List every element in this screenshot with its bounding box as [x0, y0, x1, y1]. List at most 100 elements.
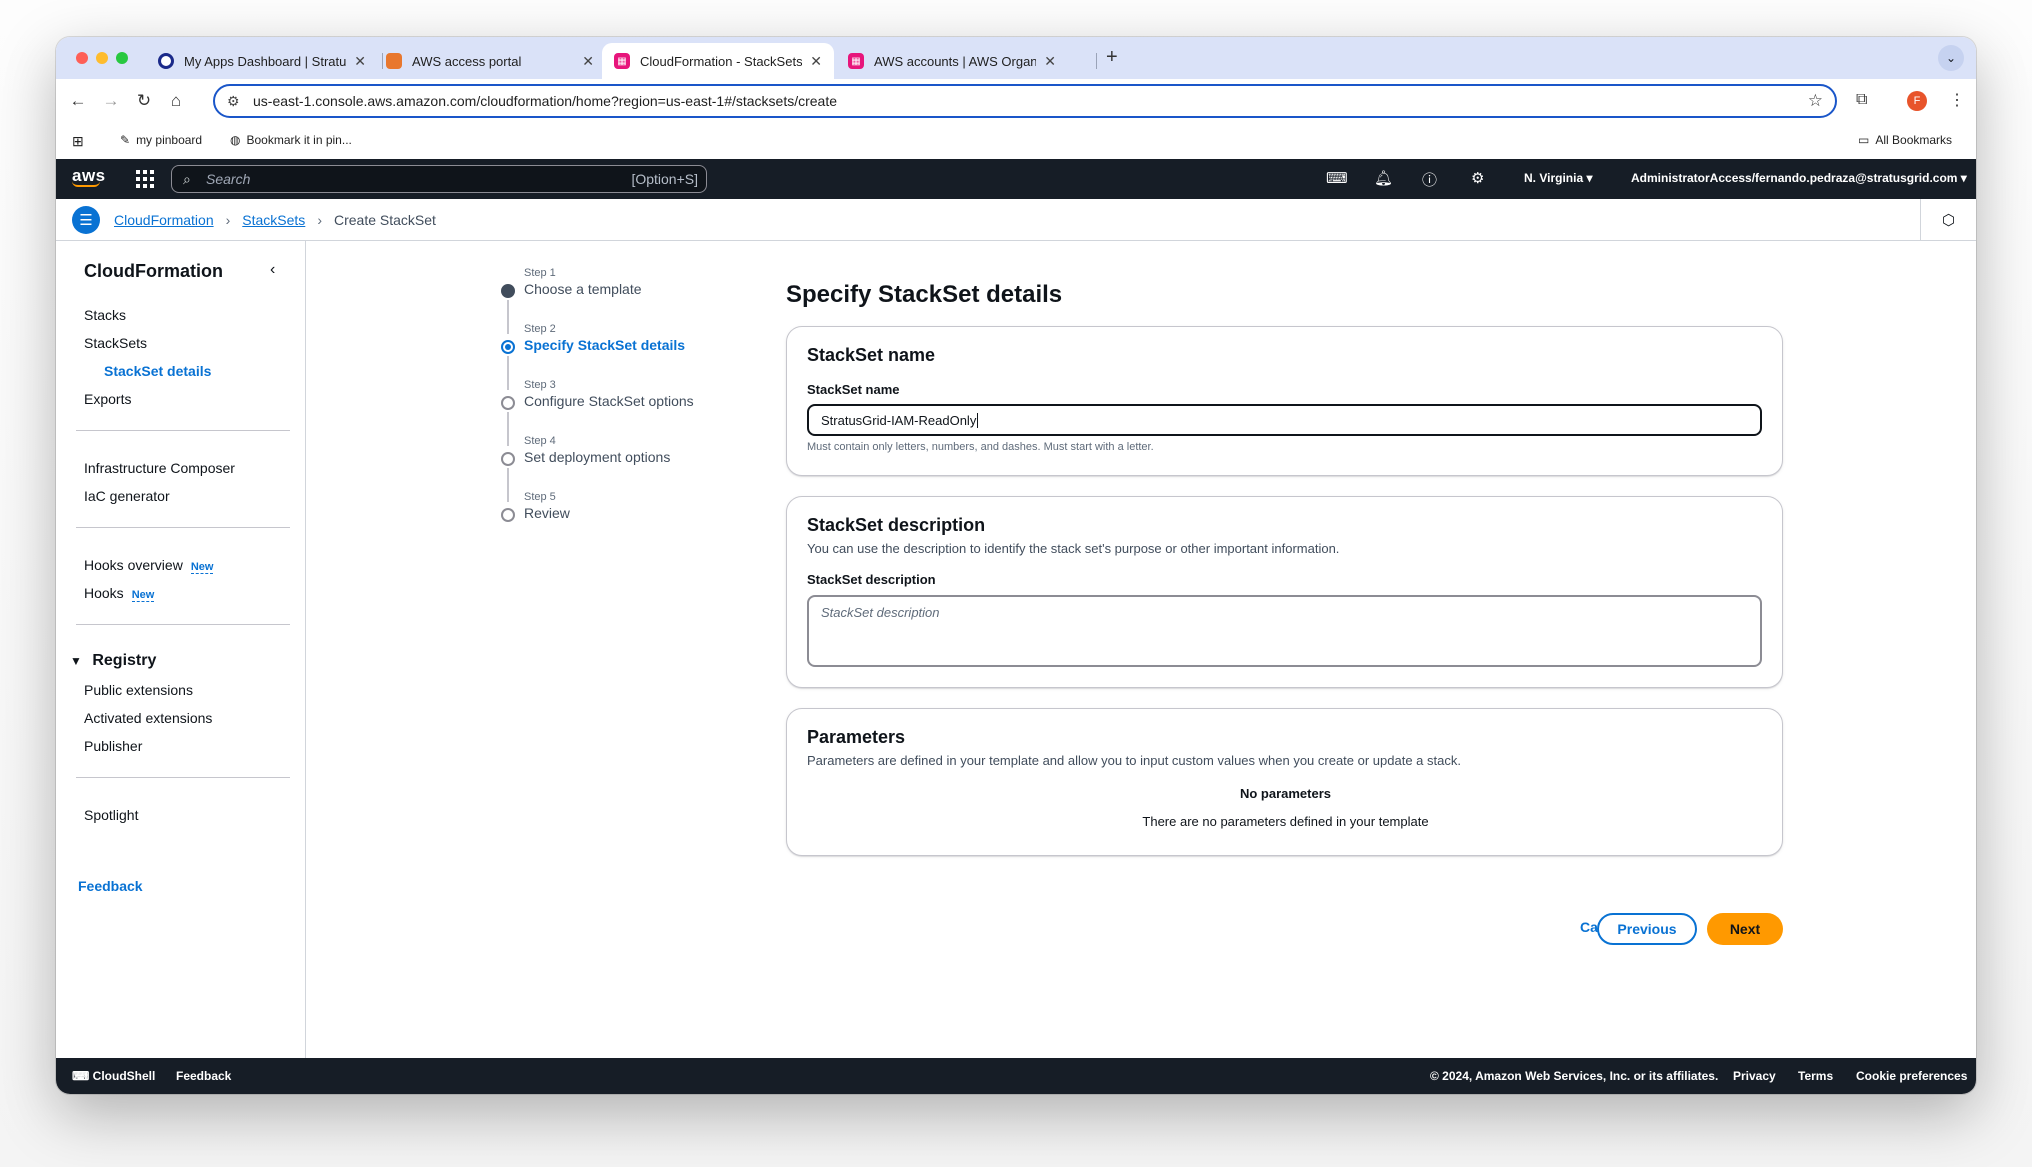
step-pending-icon [501, 508, 515, 522]
home-icon[interactable]: ⌂ [164, 89, 188, 113]
sidebar-section-registry[interactable]: ▼ Registry [70, 652, 156, 670]
side-navigation: CloudFormation ‹ Stacks StackSets StackS… [56, 241, 306, 1058]
all-bookmarks-label: All Bookmarks [1875, 133, 1953, 147]
sidebar-feedback-link[interactable]: Feedback [78, 878, 143, 894]
step-connector [507, 300, 509, 334]
sidebar-item-label: Hooks overview [84, 557, 183, 573]
step-connector [507, 468, 509, 502]
card-heading: StackSet name [807, 345, 936, 365]
back-arrow-icon[interactable]: ← [66, 89, 90, 113]
new-tab-plus-icon[interactable]: + [1106, 46, 1118, 69]
step-number: Step 2 [524, 323, 556, 335]
tab-title: CloudFormation - StackSets [640, 53, 803, 69]
cloudshell-icon[interactable]: ⌨ [1326, 169, 1348, 187]
extensions-puzzle-icon[interactable]: ⧉ [1856, 91, 1867, 109]
maximize-window-button[interactable] [116, 52, 128, 64]
url-text: us-east-1.console.aws.amazon.com/cloudfo… [253, 93, 838, 109]
search-icon: ⌕ [183, 171, 191, 187]
sidebar-item-publisher[interactable]: Publisher [84, 738, 142, 754]
tab-aws-access-portal[interactable]: AWS access portal ✕ [374, 43, 606, 79]
breadcrumb-cloudformation[interactable]: CloudFormation [114, 212, 214, 228]
site-settings-icon[interactable]: ⚙ [227, 93, 240, 110]
footer-feedback[interactable]: Feedback [176, 1069, 231, 1083]
sidebar-item-label: Hooks [84, 585, 124, 601]
sidebar-item-stacksets[interactable]: StackSets [84, 335, 147, 351]
footer-cookie-preferences[interactable]: Cookie preferences [1856, 1069, 1967, 1083]
aws-search-input[interactable]: ⌕ Search [Option+S] [171, 165, 707, 193]
bookmark-star-icon[interactable]: ☆ [1808, 91, 1823, 111]
all-bookmarks[interactable]: ▭ All Bookmarks [1858, 133, 1952, 147]
sidebar-item-hooks-overview[interactable]: Hooks overview New [84, 557, 214, 574]
browser-menu-icon[interactable]: ⋮ [1949, 90, 1965, 110]
services-grid-icon[interactable] [136, 170, 154, 188]
step-pending-icon [501, 452, 515, 466]
aws-portal-icon [386, 53, 402, 69]
tools-panel-icon[interactable]: ⬡ [1920, 199, 1976, 241]
sidebar-item-infrastructure-composer[interactable]: Infrastructure Composer [84, 460, 235, 476]
new-badge: New [131, 589, 155, 602]
empty-state-text: There are no parameters defined in your … [1142, 814, 1429, 829]
sidebar-divider [76, 527, 290, 528]
footer-cloudshell[interactable]: ⌨ CloudShell [72, 1069, 155, 1083]
aws-logo[interactable]: aws [72, 166, 106, 187]
close-tab-icon[interactable]: ✕ [1036, 53, 1056, 70]
console-footer: ⌨ CloudShell Feedback © 2024, Amazon Web… [56, 1058, 1976, 1094]
tab-my-apps[interactable]: My Apps Dashboard | StratusGrid ✕ [146, 43, 378, 79]
stackset-description-textarea[interactable]: StackSet description [807, 595, 1762, 667]
stackset-description-card: StackSet description You can use the des… [786, 496, 1783, 688]
close-tab-icon[interactable]: ✕ [574, 53, 594, 70]
tab-search-chevron-icon[interactable]: ⌄ [1938, 45, 1964, 71]
next-button[interactable]: Next [1707, 913, 1783, 945]
tab-title: My Apps Dashboard | StratusGrid [184, 53, 347, 69]
sidebar-divider [76, 624, 290, 625]
close-tab-icon[interactable]: ✕ [802, 53, 822, 70]
footer-privacy[interactable]: Privacy [1733, 1069, 1776, 1083]
sidebar-item-public-extensions[interactable]: Public extensions [84, 682, 193, 698]
side-nav-toggle-icon[interactable]: ☰ [72, 206, 100, 234]
stackset-name-input[interactable]: StratusGrid-IAM-ReadOnly [807, 404, 1762, 436]
empty-state-title: No parameters [1239, 786, 1332, 801]
sidebar-item-stacks[interactable]: Stacks [84, 307, 126, 323]
cloudformation-icon: ▦ [614, 53, 630, 69]
region-selector[interactable]: N. Virginia ▾ [1524, 171, 1593, 185]
apps-grid-icon[interactable]: ⊞ [72, 133, 84, 150]
organizations-icon: ▦ [848, 53, 864, 69]
sidebar-item-stackset-details[interactable]: StackSet details [104, 363, 211, 379]
sidebar-title[interactable]: CloudFormation [84, 261, 223, 282]
profile-avatar[interactable]: F [1907, 91, 1927, 111]
settings-gear-icon[interactable]: ⚙ [1471, 169, 1484, 187]
browser-window: My Apps Dashboard | StratusGrid ✕ AWS ac… [56, 37, 1976, 1094]
parameters-card: Parameters Parameters are defined in you… [786, 708, 1783, 856]
card-description: Parameters are defined in your template … [807, 753, 1461, 768]
sidebar-item-activated-extensions[interactable]: Activated extensions [84, 710, 212, 726]
close-window-button[interactable] [76, 52, 88, 64]
minimize-window-button[interactable] [96, 52, 108, 64]
step-number: Step 4 [524, 435, 556, 447]
sidebar-item-exports[interactable]: Exports [84, 391, 131, 407]
tab-aws-accounts[interactable]: ▦ AWS accounts | AWS Organizations ✕ [836, 43, 1068, 79]
footer-terms[interactable]: Terms [1798, 1069, 1833, 1083]
help-icon[interactable]: ⓘ [1422, 169, 1437, 190]
breadcrumb-stacksets[interactable]: StackSets [242, 212, 305, 228]
step-connector [507, 356, 509, 390]
step-complete-icon [501, 284, 515, 298]
step-name: Specify StackSet details [524, 337, 686, 353]
forward-arrow-icon[interactable]: → [99, 89, 123, 113]
sidebar-item-hooks[interactable]: Hooks New [84, 585, 155, 602]
collapse-sidebar-icon[interactable]: ‹ [270, 261, 275, 279]
card-heading: StackSet description [807, 515, 986, 535]
bookmark-pinboard-it[interactable]: ◍ Bookmark it in pin... [230, 133, 352, 147]
account-menu[interactable]: AdministratorAccess/fernando.pedraza@str… [1631, 171, 1967, 185]
close-tab-icon[interactable]: ✕ [346, 53, 366, 70]
reload-icon[interactable]: ↻ [132, 89, 156, 113]
step-number: Step 3 [524, 379, 556, 391]
bookmark-my-pinboard[interactable]: ✎ my pinboard [120, 133, 202, 147]
sidebar-item-iac-generator[interactable]: IaC generator [84, 488, 170, 504]
previous-button[interactable]: Previous [1597, 913, 1697, 945]
sidebar-item-spotlight[interactable]: Spotlight [84, 807, 138, 823]
notifications-bell-icon[interactable]: 🔔︎ [1374, 169, 1393, 187]
tab-cloudformation-stacksets[interactable]: ▦ CloudFormation - StackSets ✕ [602, 43, 834, 79]
step-name: Configure StackSet options [524, 393, 694, 409]
browser-toolbar: ← → ↻ ⌂ ⚙ us-east-1.console.aws.amazon.c… [56, 79, 1976, 123]
address-bar[interactable]: ⚙ us-east-1.console.aws.amazon.com/cloud… [213, 84, 1837, 118]
